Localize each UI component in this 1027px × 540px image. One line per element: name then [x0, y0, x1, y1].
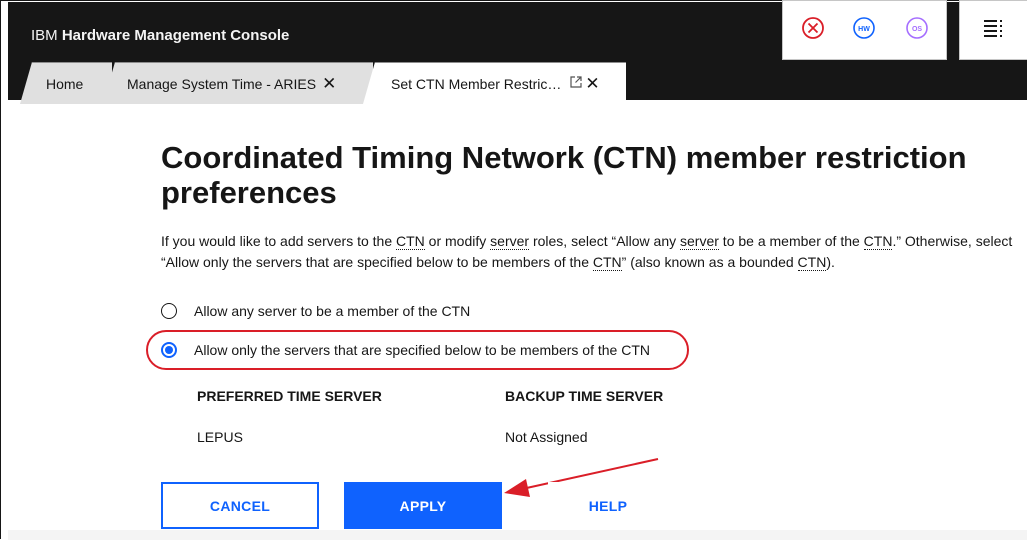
radio-button[interactable]	[161, 303, 177, 319]
ctn-term[interactable]: CTN	[592, 254, 622, 271]
intro-text-part: If you would like to add servers to the	[161, 233, 397, 249]
intro-text-part: ” (also known as a bounded	[621, 254, 798, 270]
apply-button[interactable]: APPLY	[344, 482, 502, 529]
intro-text-part: ).	[826, 254, 835, 270]
radio-button-selected[interactable]	[161, 342, 177, 358]
backup-time-server-value: Not Assigned	[505, 429, 588, 445]
cancel-button[interactable]: CANCEL	[161, 482, 319, 529]
option-allow-specified-servers[interactable]: Allow only the servers that are specifie…	[161, 342, 650, 358]
hw-icon[interactable]: HW	[852, 16, 876, 45]
tab-label: Set CTN Member Restric…	[391, 75, 562, 92]
close-circle-icon[interactable]	[801, 16, 825, 45]
option-label: Allow any server to be a member of the C…	[194, 303, 471, 319]
preferred-time-server-value: LEPUS	[197, 429, 243, 445]
os-icon[interactable]: OS	[905, 16, 929, 45]
ctn-term[interactable]: CTN	[863, 233, 893, 250]
ctn-term[interactable]: CTN	[396, 233, 425, 250]
app-title: IBM Hardware Management Console	[31, 27, 289, 44]
external-link-icon[interactable]	[569, 75, 583, 92]
backup-time-server-header: BACKUP TIME SERVER	[505, 388, 664, 404]
intro-text-part: roles, select “Allow any	[529, 233, 681, 249]
page-title: Coordinated Timing Network (CTN) member …	[161, 140, 967, 210]
product-name: Hardware Management Console	[61, 27, 290, 44]
option-label: Allow only the servers that are specifie…	[194, 342, 650, 358]
server-term[interactable]: server	[680, 233, 719, 250]
tab-set-ctn-member-restrictions[interactable]: Set CTN Member Restric… ✕	[363, 62, 626, 104]
ctn-term[interactable]: CTN	[797, 254, 827, 271]
option-allow-any-server[interactable]: Allow any server to be a member of the C…	[161, 303, 470, 319]
os-label: OS	[912, 26, 922, 33]
tab-home[interactable]: Home	[20, 62, 112, 104]
intro-text-part: to be a member of the	[718, 233, 864, 249]
help-button[interactable]: HELP	[548, 482, 668, 529]
status-icon-group: HW OS	[782, 0, 947, 60]
preferred-time-server-header: PREFERRED TIME SERVER	[197, 388, 382, 404]
tab-manage-system-time[interactable]: Manage System Time - ARIES ✕	[103, 62, 373, 104]
footer-strip	[8, 530, 1027, 540]
server-term[interactable]: server	[490, 233, 530, 250]
tab-label: Home	[46, 75, 84, 92]
hw-label: HW	[858, 26, 870, 33]
app-header: IBM Hardware Management Console HW OS Ho…	[8, 0, 1027, 104]
intro-text: If you would like to add servers to the …	[161, 231, 1026, 273]
menu-button[interactable]	[959, 0, 1027, 60]
intro-text-part: or modify	[424, 233, 491, 249]
menu-icon[interactable]	[984, 19, 1004, 42]
close-icon[interactable]: ✕	[585, 75, 599, 92]
tab-label: Manage System Time - ARIES	[127, 75, 317, 92]
brand-name: IBM	[31, 27, 58, 44]
close-icon[interactable]: ✕	[322, 75, 336, 92]
